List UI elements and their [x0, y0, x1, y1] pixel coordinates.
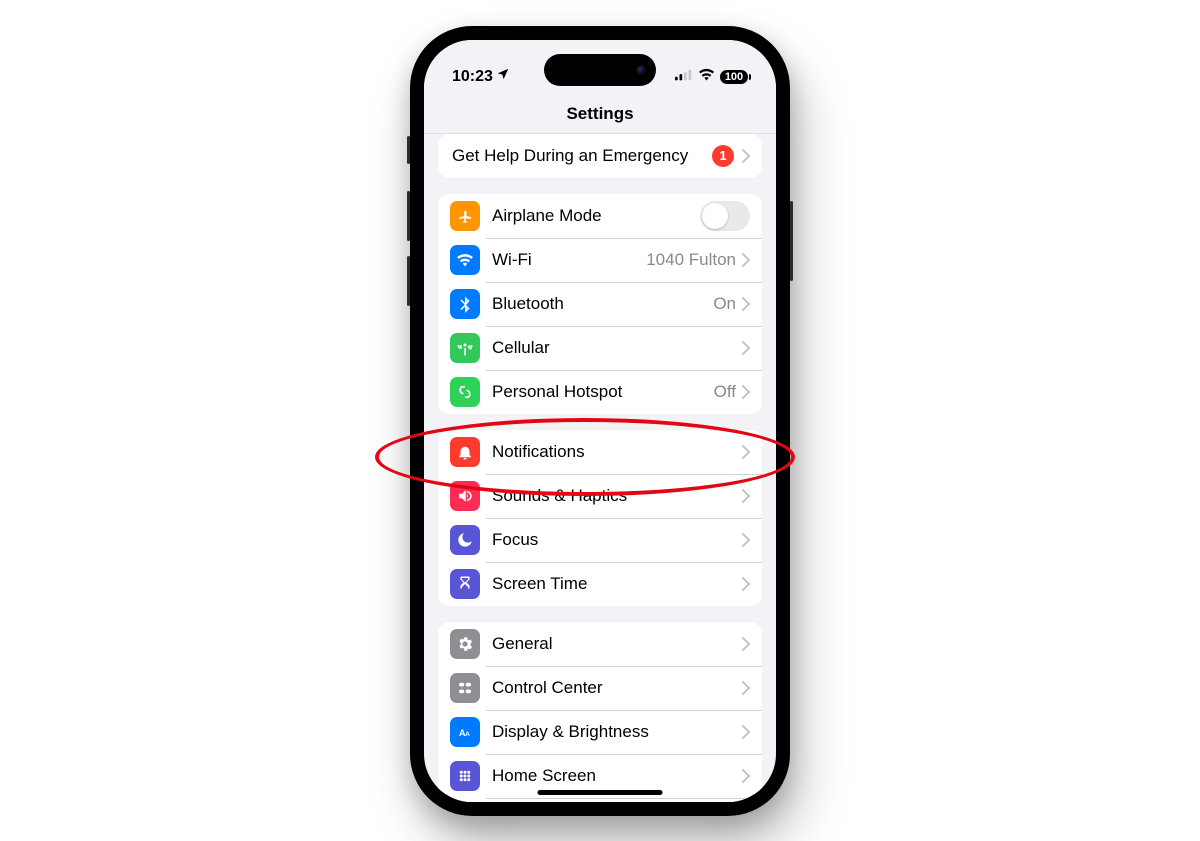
row-notifications[interactable]: Notifications [438, 430, 762, 474]
row-emergency[interactable]: Get Help During an Emergency 1 [438, 134, 762, 178]
row-label: Notifications [492, 442, 742, 462]
chevron-right-icon [742, 725, 750, 739]
airplane-icon [450, 201, 480, 231]
link-icon [450, 377, 480, 407]
row-label: Cellular [492, 338, 742, 358]
text-size-icon: AA [450, 717, 480, 747]
sliders-icon [450, 673, 480, 703]
phone-frame: 10:23 100 [410, 26, 790, 816]
grid-icon [450, 761, 480, 791]
row-label: Focus [492, 530, 742, 550]
wifi-icon [698, 66, 715, 88]
chevron-right-icon [742, 341, 750, 355]
row-label: Bluetooth [492, 294, 713, 314]
chevron-right-icon [742, 637, 750, 651]
chevron-right-icon [742, 769, 750, 783]
gear-icon [450, 629, 480, 659]
row-label: Control Center [492, 678, 742, 698]
bell-icon [450, 437, 480, 467]
screen: 10:23 100 [424, 40, 776, 802]
badge-count: 1 [712, 145, 734, 167]
mute-switch [407, 136, 410, 164]
row-label: General [492, 634, 742, 654]
volume-down-button [407, 256, 410, 306]
row-label: Personal Hotspot [492, 382, 714, 402]
power-button [790, 201, 793, 281]
row-detail: Off [714, 382, 736, 402]
chevron-right-icon [742, 577, 750, 591]
row-detail: 1040 Fulton [646, 250, 736, 270]
signal-icon [675, 68, 693, 86]
antenna-icon [450, 333, 480, 363]
svg-text:A: A [465, 730, 470, 737]
wifi-settings-icon [450, 245, 480, 275]
row-label: Screen Time [492, 574, 742, 594]
row-label: Home Screen [492, 766, 742, 786]
row-sounds-haptics[interactable]: Sounds & Haptics [438, 474, 762, 518]
chevron-right-icon [742, 489, 750, 503]
row-label: Airplane Mode [492, 206, 700, 226]
row-wifi[interactable]: Wi-Fi 1040 Fulton [438, 238, 762, 282]
row-display-brightness[interactable]: AA Display & Brightness [438, 710, 762, 754]
row-control-center[interactable]: Control Center [438, 666, 762, 710]
chevron-right-icon [742, 297, 750, 311]
chevron-right-icon [742, 253, 750, 267]
location-icon [496, 67, 510, 86]
row-label: Get Help During an Emergency [452, 146, 712, 166]
page-title: Settings [566, 104, 633, 124]
row-bluetooth[interactable]: Bluetooth On [438, 282, 762, 326]
row-label: Sounds & Haptics [492, 486, 742, 506]
row-detail: On [713, 294, 736, 314]
chevron-right-icon [742, 385, 750, 399]
home-indicator[interactable] [538, 790, 663, 795]
dynamic-island [544, 54, 656, 86]
row-screen-time[interactable]: Screen Time [438, 562, 762, 606]
row-airplane-mode[interactable]: Airplane Mode [438, 194, 762, 238]
row-general[interactable]: General [438, 622, 762, 666]
settings-list[interactable]: Get Help During an Emergency 1 Airplane … [424, 134, 776, 802]
row-label: Display & Brightness [492, 722, 742, 742]
hourglass-icon [450, 569, 480, 599]
chevron-right-icon [742, 149, 750, 163]
airplane-toggle[interactable] [700, 201, 750, 231]
chevron-right-icon [742, 445, 750, 459]
chevron-right-icon [742, 681, 750, 695]
status-time: 10:23 [452, 68, 493, 86]
chevron-right-icon [742, 533, 750, 547]
row-accessibility[interactable]: Accessibility [438, 798, 762, 802]
row-label: Wi-Fi [492, 250, 646, 270]
battery-indicator: 100 [720, 70, 748, 84]
volume-up-button [407, 191, 410, 241]
moon-icon [450, 525, 480, 555]
bluetooth-icon [450, 289, 480, 319]
row-focus[interactable]: Focus [438, 518, 762, 562]
row-cellular[interactable]: Cellular [438, 326, 762, 370]
speaker-icon [450, 481, 480, 511]
row-personal-hotspot[interactable]: Personal Hotspot Off [438, 370, 762, 414]
